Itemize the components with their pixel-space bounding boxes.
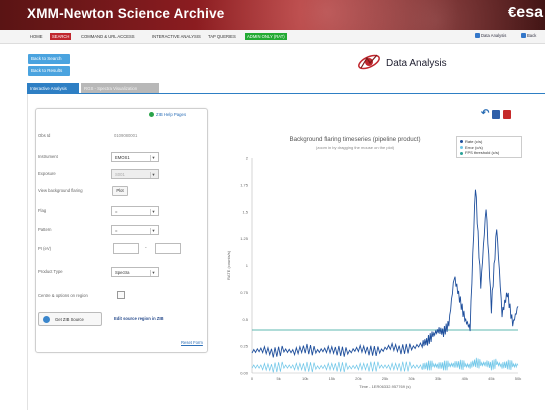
pi-range-dash: - xyxy=(145,245,147,251)
undo-zoom-icon[interactable]: ↶ xyxy=(481,109,489,119)
flag-label: Flag xyxy=(38,208,47,213)
source-icon xyxy=(43,316,50,323)
get-zib-source-button[interactable]: Get ZIB Source xyxy=(38,312,102,326)
help-pages-link[interactable]: ZIB Help Pages xyxy=(149,112,186,118)
data-analysis-title: Data Analysis xyxy=(386,58,447,69)
back-to-results-button[interactable]: Back to Results xyxy=(28,66,70,76)
reset-form-link[interactable]: Reset Form xyxy=(181,340,203,345)
pattern-select[interactable]: = ▼ xyxy=(111,225,159,235)
centre-options-label: Centre & options on region xyxy=(38,293,88,298)
product-type-select[interactable]: Spectra ▼ xyxy=(111,267,159,277)
x-tick-label: 35k xyxy=(435,376,441,381)
centre-options-checkbox[interactable] xyxy=(117,291,125,299)
nav-home[interactable]: HOME xyxy=(28,33,45,40)
x-axis-label: Time - 1ER06332.957769 (s) xyxy=(359,384,411,389)
chevron-down-icon: ▼ xyxy=(150,155,156,161)
x-tick-label: 40k xyxy=(462,376,468,381)
exposure-label: Exposure xyxy=(38,171,56,176)
y-tick-label: 0.5 xyxy=(242,317,248,322)
y-tick-label: 1.75 xyxy=(240,182,249,187)
y-tick-label: 0.00 xyxy=(240,371,249,376)
y-tick-label: 0.75 xyxy=(240,290,249,295)
data-analysis-logo-icon xyxy=(358,54,380,70)
x-tick-label: 10k xyxy=(302,376,308,381)
y-tick-label: 2 xyxy=(246,156,249,161)
top-nav: HOME SEARCH COMMAND & URL ACCESS INTERAC… xyxy=(0,30,545,44)
x-tick-label: 20k xyxy=(355,376,361,381)
view-bg-flaring-label: View background flaring xyxy=(38,188,83,193)
nav-tap-queries[interactable]: TAP QUERIES xyxy=(206,33,238,40)
x-tick-label: 5k xyxy=(276,376,280,381)
x-tick-label: 50k xyxy=(515,376,521,381)
header-banner: XMM-Newton Science Archive €esa xyxy=(0,0,545,30)
x-tick-label: 25k xyxy=(382,376,388,381)
x-tick-label: 30k xyxy=(408,376,414,381)
edit-source-region-link[interactable]: Edit source region in ZIB xyxy=(114,316,164,321)
product-type-label: Product Type xyxy=(38,269,63,274)
pi-max-input[interactable] xyxy=(155,243,181,254)
instrument-label: Instrument xyxy=(38,154,58,159)
nav-interactive-analysis[interactable]: INTERACTIVE ANALYSIS xyxy=(150,33,203,40)
x-tick-label: 45k xyxy=(488,376,494,381)
nav-data-analysis[interactable]: Data Analysis xyxy=(475,33,506,39)
rate-series-line xyxy=(251,189,519,358)
nav-search[interactable]: SEARCH xyxy=(50,33,72,40)
obs-id-label: Obs Id xyxy=(38,133,51,138)
nav-back[interactable]: Back xyxy=(521,33,536,39)
pattern-label: Pattern xyxy=(38,227,52,232)
back-to-search-button[interactable]: Back to Search xyxy=(28,54,70,64)
x-tick-label: 0 xyxy=(251,376,254,381)
y-tick-label: 0.25 xyxy=(240,344,249,349)
chevron-down-icon: ▼ xyxy=(150,228,156,234)
nav-admin-only[interactable]: ADMIN ONLY (RAT) xyxy=(245,33,287,40)
chevron-down-icon: ▼ xyxy=(150,172,156,178)
y-tick-label: 1.5 xyxy=(242,209,248,214)
background-flaring-chart[interactable]: 0.00 0.25 0.5 0.75 1 1.25 1.5 1.75 2 0 5k 10k 15k 20… xyxy=(220,140,525,400)
plot-button[interactable]: Plot xyxy=(112,186,128,196)
page-title: XMM-Newton Science Archive xyxy=(27,6,225,21)
error-series-line xyxy=(251,357,519,373)
pi-label: PI (eV) xyxy=(38,246,52,251)
chevron-down-icon: ▼ xyxy=(150,209,156,215)
obs-id-value: 0109080001 xyxy=(114,133,138,138)
y-axis-label: RATE (counts/s) xyxy=(226,250,231,280)
data-analysis-icon xyxy=(475,33,480,39)
instrument-select[interactable]: EMOS1 ▼ xyxy=(111,152,159,162)
tab-interactive-analysis[interactable]: Interactive Analysis xyxy=(27,83,79,93)
y-tick-label: 1 xyxy=(246,263,249,268)
help-icon xyxy=(149,112,154,118)
nav-command-url-access[interactable]: COMMAND & URL ACCESS xyxy=(79,33,137,40)
x-tick-label: 15k xyxy=(329,376,335,381)
save-icon[interactable] xyxy=(492,110,500,119)
pdf-export-icon[interactable] xyxy=(503,110,511,119)
back-icon xyxy=(521,33,526,39)
chevron-down-icon: ▼ xyxy=(150,270,156,276)
flag-select[interactable]: = ▼ xyxy=(111,206,159,216)
pi-min-input[interactable] xyxy=(113,243,139,254)
exposure-select[interactable]: S001 ▼ xyxy=(111,169,159,179)
esa-logo[interactable]: €esa xyxy=(508,4,543,22)
tab-rgs-spectra[interactable]: RGS - Spectra Visualization xyxy=(81,83,159,93)
y-tick-label: 1.25 xyxy=(240,236,249,241)
